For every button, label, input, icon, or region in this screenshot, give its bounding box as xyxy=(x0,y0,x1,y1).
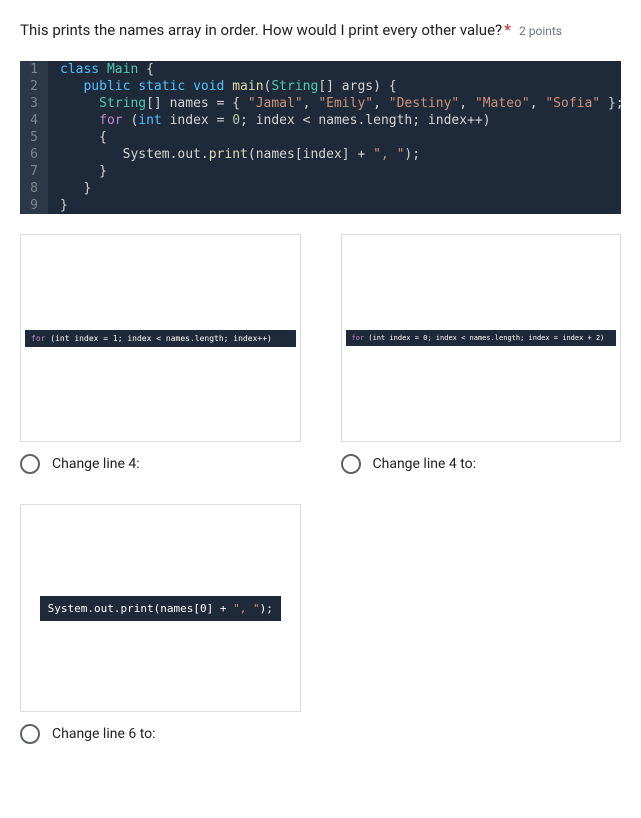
line-number: 9 xyxy=(20,197,48,214)
line-number: 6 xyxy=(20,146,48,163)
option-image[interactable]: for for (int index = 0; index < names.le… xyxy=(341,234,622,442)
option-label: Change line 4: xyxy=(52,456,140,472)
required-asterisk: * xyxy=(504,20,511,39)
code-block: 1class Main { 2 public static void main(… xyxy=(20,61,621,214)
option-label: Change line 6 to: xyxy=(52,726,156,742)
line-number: 8 xyxy=(20,180,48,197)
line-number: 5 xyxy=(20,129,48,146)
code-content: for (int index = 0; index < names.length… xyxy=(48,112,491,129)
option-row[interactable]: Change line 4: xyxy=(20,454,301,474)
code-snippet: for for (int index = 0; index < names.le… xyxy=(346,330,617,346)
code-snippet: for for (int index = 1; index < names.le… xyxy=(25,330,296,347)
code-content: } xyxy=(48,197,68,214)
line-number: 1 xyxy=(20,61,48,78)
code-content: String[] names = { "Jamal", "Emily", "De… xyxy=(48,95,621,112)
point-value: 2 points xyxy=(519,24,562,38)
code-content: } xyxy=(48,180,91,197)
option-image[interactable]: for for (int index = 1; index < names.le… xyxy=(20,234,301,442)
radio-button[interactable] xyxy=(20,724,40,744)
code-content: System.out.print(names[index] + ", "); xyxy=(48,146,420,163)
radio-button[interactable] xyxy=(341,454,361,474)
option-b: for for (int index = 0; index < names.le… xyxy=(341,234,622,474)
option-row[interactable]: Change line 4 to: xyxy=(341,454,622,474)
code-content: class Main { xyxy=(48,61,154,78)
option-c: System.out.print(names[0] + ", "); Chang… xyxy=(20,504,301,744)
line-number: 2 xyxy=(20,78,48,95)
code-snippet: System.out.print(names[0] + ", "); xyxy=(40,596,281,621)
code-content: { xyxy=(48,129,107,146)
question-header: This prints the names array in order. Ho… xyxy=(20,20,621,41)
question-text: This prints the names array in order. Ho… xyxy=(20,20,502,41)
option-row[interactable]: Change line 6 to: xyxy=(20,724,301,744)
option-a: for for (int index = 1; index < names.le… xyxy=(20,234,301,474)
option-label: Change line 4 to: xyxy=(373,456,477,472)
line-number: 4 xyxy=(20,112,48,129)
code-content: public static void main(String[] args) { xyxy=(48,78,397,95)
line-number: 3 xyxy=(20,95,48,112)
line-number: 7 xyxy=(20,163,48,180)
option-image[interactable]: System.out.print(names[0] + ", "); xyxy=(20,504,301,712)
radio-button[interactable] xyxy=(20,454,40,474)
code-content: } xyxy=(48,163,107,180)
options-grid: for for (int index = 1; index < names.le… xyxy=(20,234,621,744)
